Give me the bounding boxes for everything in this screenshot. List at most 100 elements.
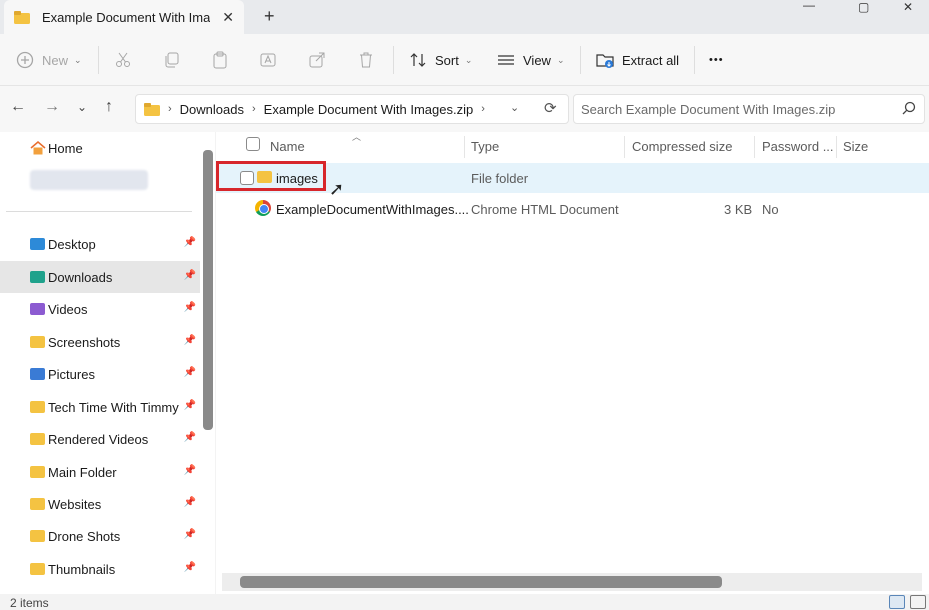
- sidebar-item-tech-time-with-timmy[interactable]: Tech Time With Timmy 📌: [0, 391, 200, 423]
- item-count: 2 items: [10, 596, 49, 610]
- breadcrumb-chevron-icon: ›: [252, 103, 256, 115]
- tiles-view-icon[interactable]: [910, 595, 926, 609]
- column-header-name[interactable]: Name: [270, 132, 305, 160]
- rename-icon: [260, 53, 276, 67]
- column-header-size[interactable]: Size: [843, 132, 868, 160]
- divider: [98, 46, 99, 74]
- select-all-checkbox[interactable]: [246, 137, 260, 151]
- copy-button[interactable]: [163, 48, 181, 72]
- sidebar-item-downloads[interactable]: Downloads 📌: [0, 261, 200, 293]
- copy-icon: [165, 52, 179, 68]
- minimize-button[interactable]: —: [803, 0, 815, 12]
- column-header-label: Type: [471, 138, 500, 154]
- sidebar-item-websites[interactable]: Websites 📌: [0, 488, 200, 520]
- close-window-button[interactable]: ✕: [903, 0, 913, 14]
- view-button[interactable]: View ⌄: [497, 48, 565, 72]
- sidebar-item-label: Downloads: [48, 269, 113, 285]
- blurred-account-item: [30, 170, 148, 190]
- maximize-button[interactable]: ▢: [858, 0, 869, 14]
- pin-icon: 📌: [183, 529, 196, 540]
- forward-arrow-icon[interactable]: →: [44, 98, 60, 116]
- folder-icon: [14, 10, 30, 24]
- pin-icon: 📌: [183, 497, 196, 508]
- extract-folder-icon: [596, 54, 614, 68]
- sidebar-item-rendered-videos[interactable]: Rendered Videos 📌: [0, 423, 200, 455]
- folder-icon: [144, 102, 160, 116]
- column-divider[interactable]: [624, 136, 625, 158]
- refresh-icon[interactable]: ⟳: [544, 99, 557, 117]
- column-header-compressed-size[interactable]: Compressed size: [632, 132, 732, 160]
- command-bar: New ⌄ Sort ⌄ View ⌄ Extract all •••: [0, 34, 929, 86]
- column-header-label: Password ...: [762, 138, 834, 154]
- folder-icon: [30, 433, 45, 445]
- column-header-label: Name: [270, 138, 305, 154]
- extract-all-button[interactable]: Extract all: [596, 48, 679, 72]
- breadcrumb-downloads[interactable]: Downloads: [180, 102, 244, 117]
- file-password: No: [762, 202, 779, 217]
- pin-icon: 📌: [183, 302, 196, 313]
- downloads-icon: [30, 271, 45, 283]
- sidebar-item-label: Thumbnails: [48, 561, 116, 577]
- sidebar-scrollbar[interactable]: [203, 150, 213, 430]
- sidebar-item-label: Rendered Videos: [48, 431, 149, 447]
- breadcrumb-zip[interactable]: Example Document With Images.zip: [264, 102, 474, 117]
- paste-button[interactable]: [211, 48, 229, 72]
- tab-active[interactable]: Example Document With Imag ✕: [4, 0, 244, 34]
- sort-button[interactable]: Sort ⌄: [409, 48, 472, 72]
- scissors-icon: [116, 52, 130, 67]
- sidebar-item-videos[interactable]: Videos 📌: [0, 293, 200, 325]
- new-tab-button[interactable]: +: [264, 6, 275, 27]
- sidebar-item-main-folder[interactable]: Main Folder 📌: [0, 456, 200, 488]
- horizontal-scrollbar-thumb[interactable]: [240, 576, 722, 588]
- chevron-down-icon: ⌄: [556, 54, 565, 65]
- pin-icon: 📌: [183, 367, 196, 378]
- tab-title: Example Document With Imag: [42, 9, 210, 25]
- address-dropdown-chevron-icon[interactable]: ⌄: [510, 101, 519, 114]
- address-row: ← → ⌄ ↑ › Downloads › Example Document W…: [0, 86, 929, 132]
- column-divider[interactable]: [836, 136, 837, 158]
- up-arrow-icon[interactable]: ↑: [105, 98, 113, 116]
- sidebar-item-label: Desktop: [48, 236, 96, 252]
- more-label: •••: [709, 54, 724, 66]
- sort-ascending-icon: ︿: [352, 132, 362, 142]
- column-divider[interactable]: [464, 136, 465, 158]
- sidebar-item-drone-shots[interactable]: Drone Shots 📌: [0, 520, 200, 552]
- extract-all-label: Extract all: [622, 52, 680, 68]
- back-arrow-icon[interactable]: ←: [10, 98, 26, 116]
- delete-button[interactable]: [357, 48, 375, 72]
- divider: [6, 211, 192, 212]
- column-header-type[interactable]: Type: [471, 132, 499, 160]
- recent-locations-chevron-icon[interactable]: ⌄: [77, 100, 87, 114]
- pin-icon: 📌: [183, 400, 196, 411]
- details-view-icon[interactable]: [889, 595, 905, 609]
- search-input[interactable]: Search Example Document With Images.zip: [573, 94, 925, 124]
- sidebar-item-pictures[interactable]: Pictures 📌: [0, 358, 200, 390]
- search-placeholder: Search Example Document With Images.zip: [581, 101, 836, 117]
- pin-icon: 📌: [183, 432, 196, 443]
- new-button[interactable]: New ⌄: [16, 48, 82, 72]
- column-header-password[interactable]: Password ...: [762, 132, 834, 160]
- address-bar[interactable]: › Downloads › Example Document With Imag…: [135, 94, 569, 124]
- view-list-icon: [498, 55, 514, 65]
- chrome-icon: [255, 200, 271, 216]
- rename-button[interactable]: [259, 48, 277, 72]
- pin-icon: 📌: [183, 465, 196, 476]
- cut-button[interactable]: [114, 48, 132, 72]
- file-name: ExampleDocumentWithImages....: [276, 202, 469, 217]
- sidebar-item-home[interactable]: Home: [0, 132, 200, 164]
- pin-icon: 📌: [183, 562, 196, 573]
- plus-circle-icon: [16, 51, 34, 69]
- title-bar: Example Document With Imag ✕ + — ▢ ✕: [0, 0, 929, 34]
- share-button[interactable]: [308, 48, 326, 72]
- sidebar-item-thumbnails[interactable]: Thumbnails 📌: [0, 553, 200, 585]
- pin-icon: 📌: [183, 237, 196, 248]
- sidebar-item-desktop[interactable]: Desktop 📌: [0, 228, 200, 260]
- folder-icon: [30, 498, 45, 510]
- search-icon: [902, 101, 916, 115]
- more-options-button[interactable]: •••: [709, 48, 724, 72]
- close-tab-icon[interactable]: ✕: [222, 9, 234, 26]
- table-row[interactable]: ExampleDocumentWithImages.... Chrome HTM…: [216, 194, 929, 224]
- sidebar-item-screenshots[interactable]: Screenshots 📌: [0, 326, 200, 358]
- folder-icon: [30, 530, 45, 542]
- column-divider[interactable]: [754, 136, 755, 158]
